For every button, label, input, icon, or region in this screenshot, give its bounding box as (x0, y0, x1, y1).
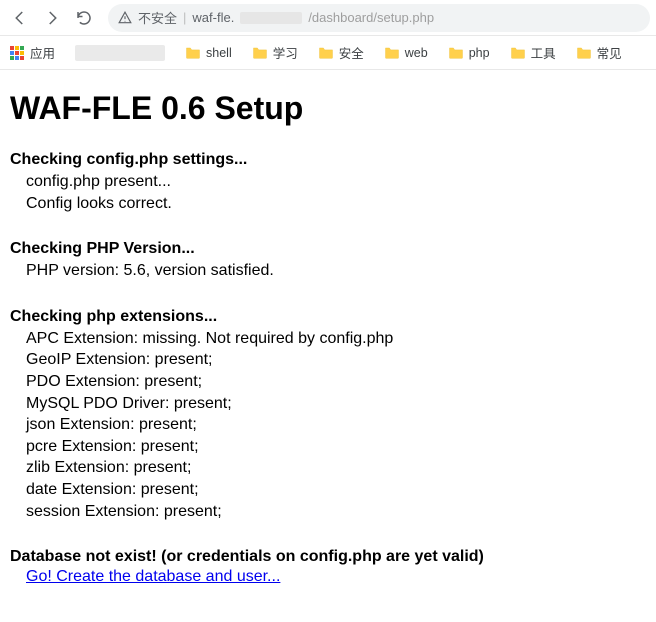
reload-button[interactable] (70, 4, 98, 32)
bookmark-folder[interactable]: shell (185, 43, 232, 62)
arrow-right-icon (43, 9, 61, 27)
bookmark-label: 学习 (273, 43, 298, 62)
apps-label: 应用 (30, 43, 55, 62)
folder-icon (448, 46, 464, 59)
db-error-title: Database not exist! (or credentials on c… (10, 548, 646, 566)
bookmark-folder[interactable]: 常见 (576, 43, 622, 62)
create-db-link[interactable]: Go! Create the database and user... (26, 568, 280, 585)
url-path: /dashboard/setup.php (308, 10, 434, 25)
output-line: APC Extension: missing. Not required by … (26, 328, 646, 350)
bookmark-label: 常见 (597, 43, 622, 62)
section-title: Checking php extensions... (10, 308, 646, 326)
section-title: Checking config.php settings... (10, 151, 646, 169)
bookmarks-bar: 应用 shell 学习 安全 web php 工具 常见 (0, 36, 656, 70)
back-button[interactable] (6, 4, 34, 32)
folder-icon (318, 46, 334, 59)
url-redacted (240, 12, 302, 24)
reload-icon (75, 9, 93, 27)
output-line: Config looks correct. (26, 193, 646, 215)
arrow-left-icon (11, 9, 29, 27)
bookmark-label: 安全 (339, 43, 364, 62)
output-line: MySQL PDO Driver: present; (26, 393, 646, 415)
page-title: WAF-FLE 0.6 Setup (10, 90, 646, 127)
folder-icon (576, 46, 592, 59)
folder-icon (510, 46, 526, 59)
folder-icon (185, 46, 201, 59)
security-label: 不安全 (138, 8, 177, 27)
address-bar[interactable]: 不安全 | waf-fle. /dashboard/setup.php (108, 4, 650, 32)
page-content: WAF-FLE 0.6 Setup Checking config.php se… (0, 70, 656, 606)
browser-toolbar: 不安全 | waf-fle. /dashboard/setup.php (0, 0, 656, 36)
apps-button[interactable]: 应用 (10, 43, 55, 62)
bookmark-folder[interactable]: 工具 (510, 43, 556, 62)
output-line: session Extension: present; (26, 501, 646, 523)
bookmark-label: 工具 (531, 43, 556, 62)
bookmark-folder[interactable]: 学习 (252, 43, 298, 62)
bookmark-folder[interactable]: php (448, 43, 490, 62)
bookmark-label: web (405, 46, 428, 60)
forward-button[interactable] (38, 4, 66, 32)
url-host-prefix: waf-fle. (192, 10, 234, 25)
output-line: zlib Extension: present; (26, 457, 646, 479)
folder-icon (252, 46, 268, 59)
output-line: pcre Extension: present; (26, 436, 646, 458)
output-line: GeoIP Extension: present; (26, 349, 646, 371)
apps-icon (10, 46, 24, 60)
address-separator: | (183, 10, 186, 25)
folder-icon (384, 46, 400, 59)
bookmark-label: shell (206, 46, 232, 60)
bookmark-label: php (469, 46, 490, 60)
output-line: json Extension: present; (26, 414, 646, 436)
output-line: PDO Extension: present; (26, 371, 646, 393)
output-line: PHP version: 5.6, version satisfied. (26, 260, 646, 282)
section-title: Checking PHP Version... (10, 240, 646, 258)
bookmark-folder[interactable]: 安全 (318, 43, 364, 62)
output-line: config.php present... (26, 171, 646, 193)
output-line: date Extension: present; (26, 479, 646, 501)
bookmark-folder[interactable]: web (384, 43, 428, 62)
bookmark-redacted (75, 45, 165, 61)
not-secure-icon (118, 11, 132, 25)
